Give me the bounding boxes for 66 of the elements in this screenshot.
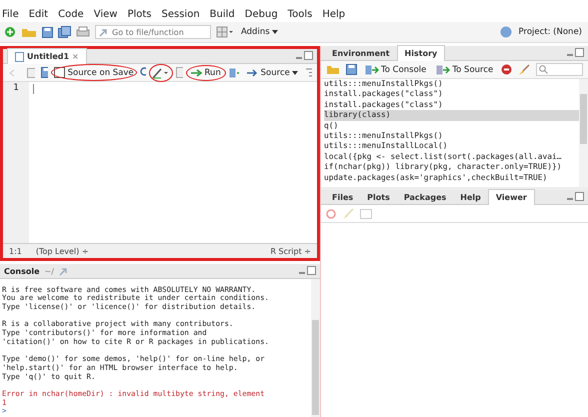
minimize-maximize-icon[interactable] bbox=[295, 51, 313, 61]
project-button[interactable]: Project: (None) bbox=[516, 27, 584, 37]
arrow-icon bbox=[246, 68, 259, 77]
menu-item[interactable]: View bbox=[94, 9, 118, 20]
save-icon[interactable] bbox=[42, 26, 53, 38]
to-console-button[interactable]: To Console bbox=[363, 64, 428, 74]
tab-label: Untitled1 bbox=[27, 52, 70, 61]
menu-item[interactable]: Debug bbox=[244, 9, 278, 20]
pane-tab[interactable]: Viewer bbox=[488, 189, 535, 205]
caret-icon bbox=[292, 70, 298, 74]
compile-icon[interactable] bbox=[176, 67, 183, 78]
run-button[interactable]: Run bbox=[188, 68, 223, 78]
save-all-icon[interactable] bbox=[58, 26, 71, 38]
folder-icon[interactable] bbox=[326, 64, 340, 75]
scope-selector[interactable]: (Top Level) ÷ bbox=[36, 246, 89, 256]
source-on-save-checkbox[interactable]: Source on Save bbox=[54, 67, 134, 78]
file-type-selector[interactable]: R Script ÷ bbox=[270, 246, 311, 256]
pane-tab[interactable]: Files bbox=[325, 190, 360, 204]
go-to-directory-icon[interactable] bbox=[58, 266, 69, 276]
caret-icon bbox=[272, 30, 278, 34]
broom-icon[interactable] bbox=[518, 64, 530, 76]
editor-tab[interactable]: Untitled1 × bbox=[7, 48, 87, 64]
source-button[interactable]: Source bbox=[244, 68, 300, 78]
delete-icon[interactable] bbox=[326, 208, 336, 218]
menu-item[interactable]: File bbox=[2, 9, 19, 20]
grid-icon[interactable] bbox=[216, 26, 234, 38]
minimize-maximize-icon[interactable] bbox=[298, 266, 316, 276]
go-to-file-field[interactable]: Go to file/function bbox=[95, 25, 211, 39]
new-file-icon[interactable] bbox=[4, 26, 16, 38]
pane-tab[interactable]: Packages bbox=[396, 190, 454, 204]
save-icon[interactable] bbox=[346, 64, 357, 75]
save-icon[interactable] bbox=[40, 67, 48, 78]
arrow-icon bbox=[436, 64, 450, 74]
history-search-field[interactable] bbox=[536, 63, 583, 76]
menu-item[interactable]: Session bbox=[162, 9, 200, 20]
arrow-icon bbox=[190, 68, 203, 76]
minimize-maximize-icon[interactable] bbox=[566, 48, 584, 58]
console-title: Console bbox=[4, 266, 40, 276]
pane-tab[interactable]: Environment bbox=[325, 46, 397, 60]
addins-button[interactable]: Addins bbox=[239, 27, 280, 37]
arrow-icon bbox=[99, 28, 109, 36]
line-number: 1 bbox=[13, 83, 19, 93]
delete-icon[interactable] bbox=[501, 64, 512, 75]
project-icon bbox=[500, 26, 512, 38]
menu-item[interactable]: Edit bbox=[28, 9, 48, 20]
show-in-window-icon[interactable] bbox=[27, 68, 35, 78]
menu-item[interactable]: Help bbox=[322, 9, 346, 20]
to-source-button[interactable]: To Source bbox=[434, 64, 496, 74]
menu-item[interactable]: Tools bbox=[288, 9, 312, 20]
menu-item[interactable]: Build bbox=[210, 9, 235, 20]
menu-item[interactable]: Code bbox=[58, 9, 84, 20]
arrow-icon bbox=[365, 64, 379, 74]
menu-item[interactable]: Plots bbox=[127, 9, 152, 20]
pane-tab[interactable]: Help bbox=[453, 190, 488, 204]
print-icon[interactable] bbox=[76, 26, 90, 38]
pane-tab[interactable]: History bbox=[396, 45, 446, 61]
scrollbar[interactable] bbox=[311, 279, 320, 417]
pane-tab[interactable]: Plots bbox=[360, 190, 397, 204]
export-icon[interactable] bbox=[360, 208, 372, 218]
outline-icon[interactable] bbox=[306, 68, 312, 77]
scrollbar[interactable] bbox=[579, 79, 588, 187]
file-icon bbox=[15, 52, 24, 62]
cursor-position: 1:1 bbox=[9, 246, 22, 256]
console-path: ~/ bbox=[44, 266, 54, 276]
minimize-maximize-icon[interactable] bbox=[566, 192, 584, 202]
folder-icon[interactable] bbox=[21, 26, 37, 38]
